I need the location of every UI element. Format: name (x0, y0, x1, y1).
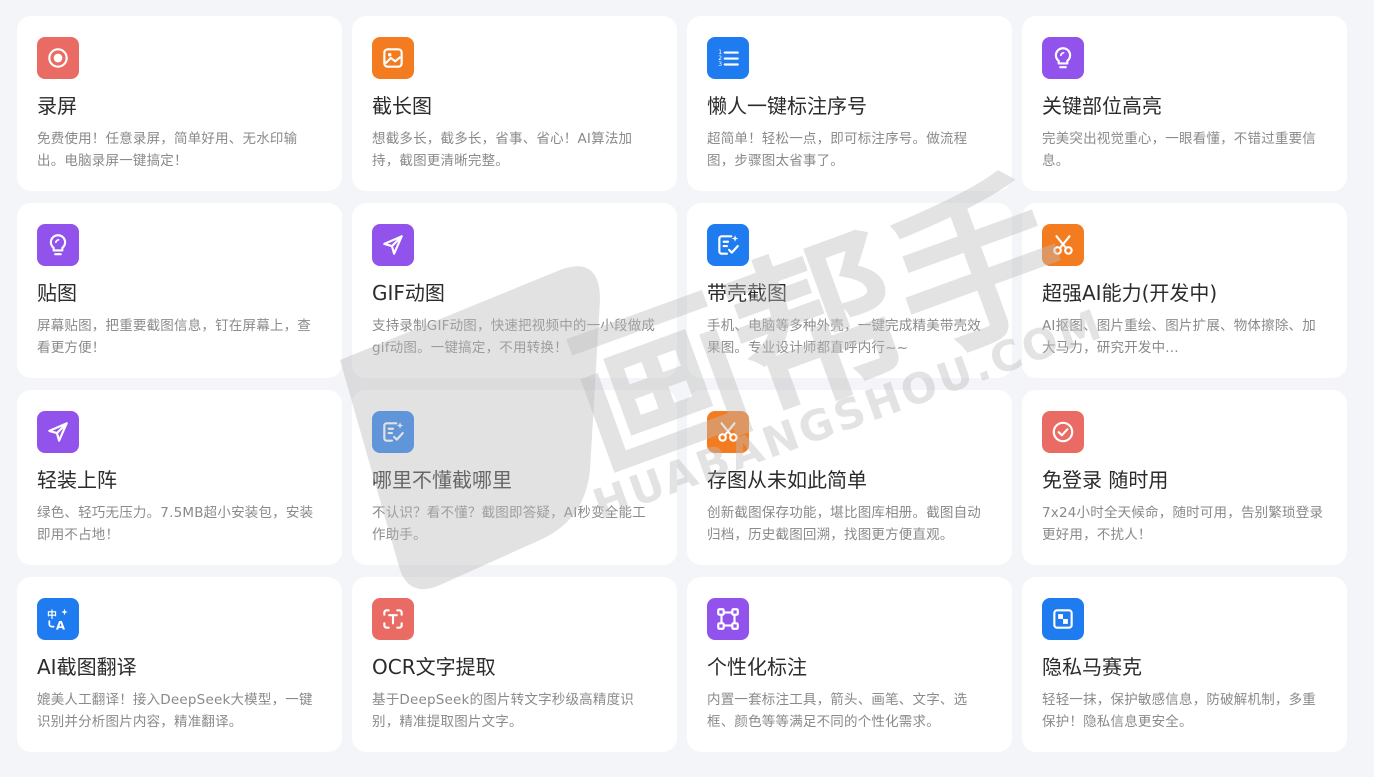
feature-description: 内置一套标注工具，箭头、画笔、文字、选框、颜色等等满足不同的个性化需求。 (707, 692, 968, 730)
feature-title: AI截图翻译 (37, 655, 137, 679)
magic-edit-icon (372, 411, 414, 453)
feature-card[interactable]: 存图从未如此简单创新截图保存功能，堪比图库相册。截图自动归档，历史截图回溯，找图… (687, 390, 1012, 565)
feature-title: 轻装上阵 (37, 468, 117, 492)
feature-card[interactable]: 免登录 随时用 7x24小时全天候命，随时可用，告别繁琐登录更好用，不扰人！ (1022, 390, 1347, 565)
vector-square-icon (707, 598, 749, 640)
feature-title: 免登录 随时用 (1042, 468, 1169, 492)
feature-card[interactable]: 带壳截图手机、电脑等多种外壳，一键完成精美带壳效果图。专业设计师都直呼内行~~ (687, 203, 1012, 378)
feature-description: 轻轻一抹，保护敏感信息，防破解机制，多重保护！隐私信息更安全。 (1042, 692, 1316, 730)
send-icon (37, 411, 79, 453)
text-scan-icon (372, 598, 414, 640)
feature-description: 7x24小时全天候命，随时可用，告别繁琐登录更好用，不扰人！ (1042, 505, 1324, 543)
feature-description: 支持录制GIF动图，快速把视频中的一小段做成gif动图。一键搞定，不用转换！ (372, 318, 656, 356)
svg-text:3: 3 (718, 61, 722, 68)
bulb-icon (37, 224, 79, 266)
feature-title: 贴图 (37, 281, 77, 305)
feature-description: 免费使用！任意录屏，简单好用、无水印输出。电脑录屏一键搞定！ (37, 131, 298, 169)
feature-grid: 录屏 免费使用！任意录屏，简单好用、无水印输出。电脑录屏一键搞定！ 截长图 想截多长，… (17, 16, 1347, 752)
feature-description: 完美突出视觉重心，一眼看懂，不错过重要信息。 (1042, 131, 1316, 169)
feature-card[interactable]: 录屏免费使用！任意录屏，简单好用、无水印输出。电脑录屏一键搞定！ (17, 16, 342, 191)
image-icon (372, 37, 414, 79)
feature-title: 录屏 (37, 94, 77, 118)
feature-card[interactable]: 关键部位高亮完美突出视觉重心，一眼看懂，不错过重要信息。 (1022, 16, 1347, 191)
feature-card[interactable]: 中 A AI截图翻译媲美人工翻译！接入DeepSeek大模型，一键识别并分析图片内容… (17, 577, 342, 752)
numbered-list-icon: 123 (707, 37, 749, 79)
feature-description: 基于DeepSeek的图片转文字秒级高精度识别，精准提取图片文字。 (372, 692, 634, 730)
feature-title: 懒人一键标注序号 (707, 94, 867, 118)
feature-card[interactable]: 隐私马赛克轻轻一抹，保护敏感信息，防破解机制，多重保护！隐私信息更安全。 (1022, 577, 1347, 752)
feature-title: 超强AI能力(开发中) (1042, 281, 1218, 305)
feature-title: 关键部位高亮 (1042, 94, 1162, 118)
mosaic-icon (1042, 598, 1084, 640)
check-circle-icon (1042, 411, 1084, 453)
feature-card[interactable]: 1 2 3 懒人一键标注序号超简单！轻松一点，即可标注序号。做流程图，步骤图太省事了。 (687, 16, 1012, 191)
feature-title: GIF动图 (372, 281, 445, 305)
feature-card[interactable]: 轻装上阵绿色、轻巧无压力。7.5MB超小安装包，安装即用不占地！ (17, 390, 342, 565)
feature-card[interactable]: 超强AI能力(开发中) AI抠图、图片重绘、图片扩展、物体擦除、加大马力，研究开发… (1022, 203, 1347, 378)
svg-text:A: A (56, 618, 66, 632)
feature-description: 想截多长，截多长，省事、省心！AI算法加持，截图更清晰完整。 (372, 131, 633, 169)
translate-icon: 中A (37, 598, 79, 640)
feature-title: 隐私马赛克 (1042, 655, 1142, 679)
feature-description: AI抠图、图片重绘、图片扩展、物体擦除、加大马力，研究开发中... (1042, 318, 1316, 356)
feature-title: 哪里不懂截哪里 (372, 468, 512, 492)
feature-card[interactable]: 哪里不懂截哪里不认识？看不懂？截图即答疑，AI秒变全能工作助手。 (352, 390, 677, 565)
feature-description: 绿色、轻巧无压力。7.5MB超小安装包，安装即用不占地！ (37, 505, 314, 543)
feature-description: 手机、电脑等多种外壳，一键完成精美带壳效果图。专业设计师都直呼内行~~ (707, 318, 981, 356)
feature-card[interactable]: 个性化标注内置一套标注工具，箭头、画笔、文字、选框、颜色等等满足不同的个性化需求… (687, 577, 1012, 752)
record-icon (37, 37, 79, 79)
feature-card[interactable]: OCR文字提取基于DeepSeek的图片转文字秒级高精度识别，精准提取图片文字。 (352, 577, 677, 752)
feature-description: 创新截图保存功能，堪比图库相册。截图自动归档，历史截图回溯，找图更方便直观。 (707, 505, 981, 543)
feature-title: 存图从未如此简单 (707, 468, 867, 492)
feature-card[interactable]: 截长图想截多长，截多长，省事、省心！AI算法加持，截图更清晰完整。 (352, 16, 677, 191)
bulb-icon (1042, 37, 1084, 79)
magic-edit-icon (707, 224, 749, 266)
feature-title: OCR文字提取 (372, 655, 496, 679)
send-icon (372, 224, 414, 266)
feature-title: 带壳截图 (707, 281, 787, 305)
feature-description: 媲美人工翻译！接入DeepSeek大模型，一键识别并分析图片内容，精准翻译。 (37, 692, 313, 730)
scissors-icon (707, 411, 749, 453)
feature-description: 不认识？看不懂？截图即答疑，AI秒变全能工作助手。 (372, 505, 646, 543)
feature-title: 截长图 (372, 94, 432, 118)
feature-card[interactable]: GIF动图支持录制GIF动图，快速把视频中的一小段做成gif动图。一键搞定，不用… (352, 203, 677, 378)
feature-description: 超简单！轻松一点，即可标注序号。做流程图，步骤图太省事了。 (707, 131, 968, 169)
scissors-icon (1042, 224, 1084, 266)
feature-description: 屏幕贴图，把重要截图信息，钉在屏幕上，查看更方便！ (37, 318, 311, 356)
feature-card[interactable]: 贴图屏幕贴图，把重要截图信息，钉在屏幕上，查看更方便！ (17, 203, 342, 378)
feature-title: 个性化标注 (707, 655, 807, 679)
